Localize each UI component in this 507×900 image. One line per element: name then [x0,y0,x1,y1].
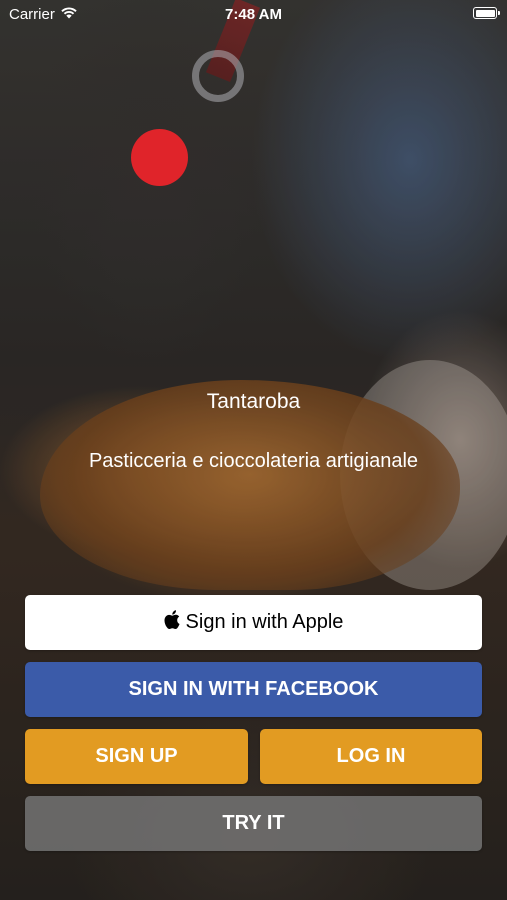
sign-in-with-apple-button[interactable]: Sign in with Apple [25,595,482,650]
sign-up-button[interactable]: SIGN UP [25,729,248,784]
app-title: Tantaroba [206,390,301,413]
status-bar: Carrier 7:48 AM [0,0,507,28]
apple-icon [164,610,180,635]
battery-icon [473,7,500,19]
app-subtitle: Pasticceria e cioccolateria artigianale [88,450,419,472]
status-time: 7:48 AM [225,6,282,23]
apple-button-label: Sign in with Apple [185,611,344,633]
red-dot-indicator [131,129,188,186]
try-it-button[interactable]: TRY IT [25,796,482,851]
log-in-button[interactable]: LOG IN [260,729,482,784]
sign-in-with-facebook-button[interactable]: SIGN IN WITH FACEBOOK [25,662,482,717]
